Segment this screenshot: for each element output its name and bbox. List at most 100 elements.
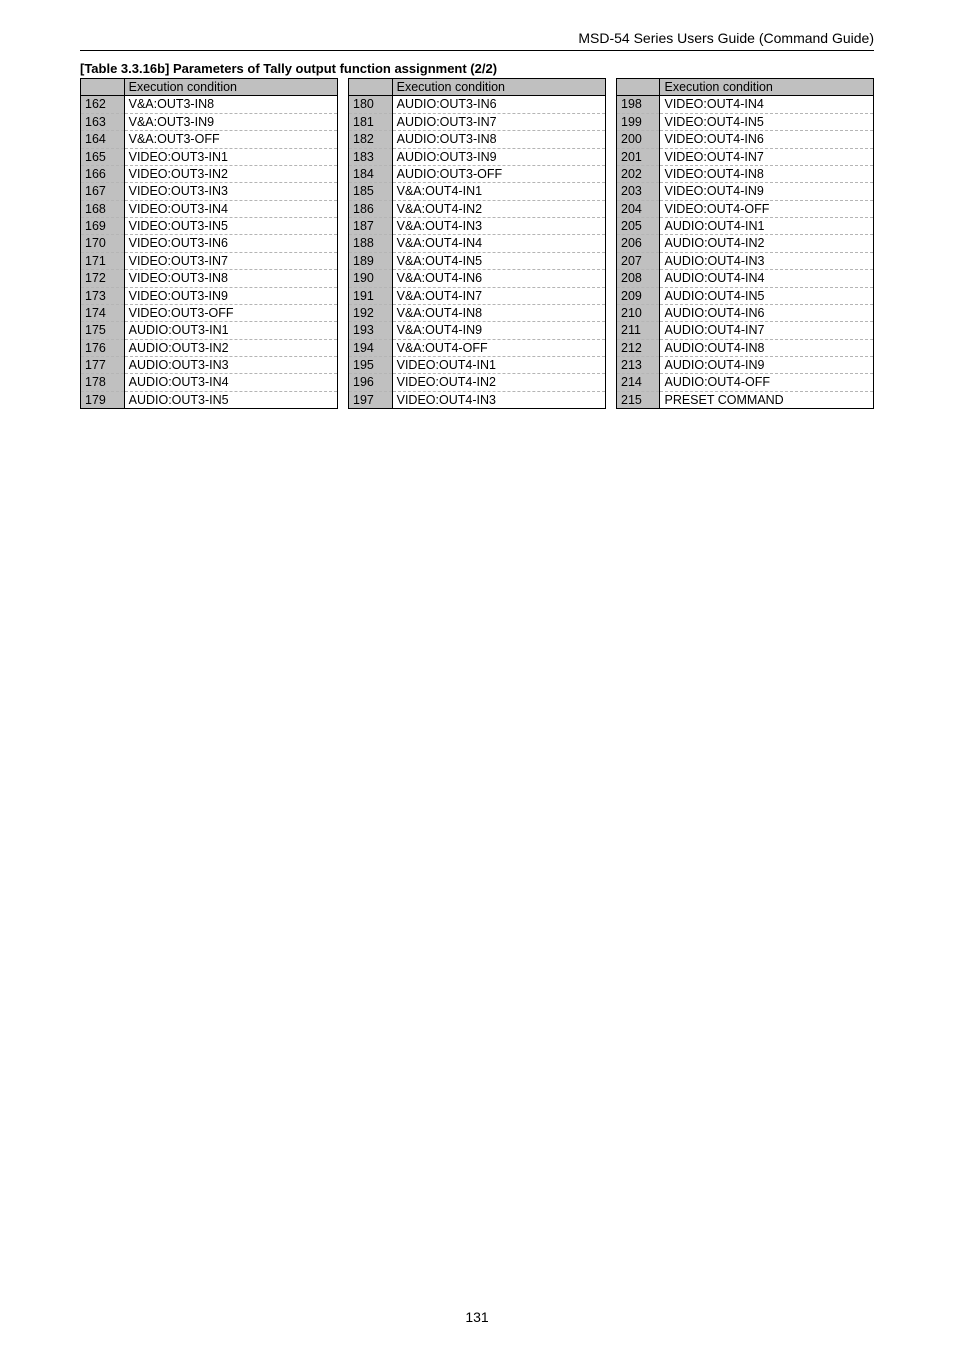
row-value: V&A:OUT4-IN9 <box>392 322 605 339</box>
row-number: 173 <box>81 287 125 304</box>
row-number: 164 <box>81 131 125 148</box>
row-number: 214 <box>617 374 660 391</box>
row-value: AUDIO:OUT3-OFF <box>392 165 605 182</box>
row-value: AUDIO:OUT4-OFF <box>660 374 874 391</box>
row-value: AUDIO:OUT3-IN1 <box>124 322 337 339</box>
table-row: 182AUDIO:OUT3-IN8 <box>349 131 606 148</box>
row-number: 178 <box>81 374 125 391</box>
row-number: 187 <box>349 218 393 235</box>
table-row: 169VIDEO:OUT3-IN5 <box>81 218 338 235</box>
row-number: 163 <box>81 113 125 130</box>
table-row: 205AUDIO:OUT4-IN1 <box>617 218 874 235</box>
row-number: 196 <box>349 374 393 391</box>
table-row: 198VIDEO:OUT4-IN4 <box>617 96 874 113</box>
table-row: 193V&A:OUT4-IN9 <box>349 322 606 339</box>
table-row: 207AUDIO:OUT4-IN3 <box>617 252 874 269</box>
tables-row: Execution condition 162V&A:OUT3-IN8163V&… <box>80 78 874 409</box>
table-row: 170VIDEO:OUT3-IN6 <box>81 235 338 252</box>
row-number: 194 <box>349 339 393 356</box>
row-value: V&A:OUT4-OFF <box>392 339 605 356</box>
table-body-2: 180AUDIO:OUT3-IN6181AUDIO:OUT3-IN7182AUD… <box>349 96 606 409</box>
row-number: 206 <box>617 235 660 252</box>
table-row: 164V&A:OUT3-OFF <box>81 131 338 148</box>
row-number: 179 <box>81 391 125 408</box>
table-row: 214AUDIO:OUT4-OFF <box>617 374 874 391</box>
row-value: VIDEO:OUT3-IN7 <box>124 252 337 269</box>
table-header-row: Execution condition <box>349 79 606 96</box>
table-row: 188V&A:OUT4-IN4 <box>349 235 606 252</box>
row-number: 180 <box>349 96 393 113</box>
row-value: VIDEO:OUT4-IN5 <box>660 113 874 130</box>
row-number: 200 <box>617 131 660 148</box>
row-value: AUDIO:OUT3-IN3 <box>124 357 337 374</box>
table-row: 196VIDEO:OUT4-IN2 <box>349 374 606 391</box>
row-number: 213 <box>617 357 660 374</box>
table-row: 177AUDIO:OUT3-IN3 <box>81 357 338 374</box>
table-row: 179AUDIO:OUT3-IN5 <box>81 391 338 408</box>
row-number: 203 <box>617 183 660 200</box>
row-value: V&A:OUT3-OFF <box>124 131 337 148</box>
row-number: 202 <box>617 165 660 182</box>
row-value: VIDEO:OUT3-IN2 <box>124 165 337 182</box>
row-number: 170 <box>81 235 125 252</box>
row-value: AUDIO:OUT3-IN2 <box>124 339 337 356</box>
table-row: 171VIDEO:OUT3-IN7 <box>81 252 338 269</box>
row-number: 171 <box>81 252 125 269</box>
row-number: 205 <box>617 218 660 235</box>
table-caption: [Table 3.3.16b] Parameters of Tally outp… <box>80 61 874 76</box>
row-number: 215 <box>617 391 660 408</box>
table-row: 184AUDIO:OUT3-OFF <box>349 165 606 182</box>
table-row: 206AUDIO:OUT4-IN2 <box>617 235 874 252</box>
table-row: 167VIDEO:OUT3-IN3 <box>81 183 338 200</box>
row-value: V&A:OUT3-IN8 <box>124 96 337 113</box>
row-value: VIDEO:OUT3-IN3 <box>124 183 337 200</box>
row-number: 190 <box>349 270 393 287</box>
table-row: 194V&A:OUT4-OFF <box>349 339 606 356</box>
parameters-table-3: Execution condition 198VIDEO:OUT4-IN4199… <box>616 78 874 409</box>
table-header-row: Execution condition <box>617 79 874 96</box>
row-number: 188 <box>349 235 393 252</box>
row-number: 166 <box>81 165 125 182</box>
row-value: V&A:OUT4-IN4 <box>392 235 605 252</box>
row-value: AUDIO:OUT4-IN3 <box>660 252 874 269</box>
row-number: 168 <box>81 200 125 217</box>
table-row: 211AUDIO:OUT4-IN7 <box>617 322 874 339</box>
row-number: 176 <box>81 339 125 356</box>
row-number: 210 <box>617 304 660 321</box>
row-value: VIDEO:OUT4-IN1 <box>392 357 605 374</box>
row-value: AUDIO:OUT4-IN8 <box>660 339 874 356</box>
table-row: 185V&A:OUT4-IN1 <box>349 183 606 200</box>
row-value: AUDIO:OUT4-IN9 <box>660 357 874 374</box>
row-value: V&A:OUT4-IN5 <box>392 252 605 269</box>
row-number: 201 <box>617 148 660 165</box>
row-number: 209 <box>617 287 660 304</box>
table-row: 162V&A:OUT3-IN8 <box>81 96 338 113</box>
row-value: VIDEO:OUT3-OFF <box>124 304 337 321</box>
row-value: V&A:OUT3-IN9 <box>124 113 337 130</box>
row-value: AUDIO:OUT4-IN1 <box>660 218 874 235</box>
parameters-table-1: Execution condition 162V&A:OUT3-IN8163V&… <box>80 78 338 409</box>
row-number: 174 <box>81 304 125 321</box>
header-num-blank <box>617 79 660 96</box>
table-row: 195VIDEO:OUT4-IN1 <box>349 357 606 374</box>
row-number: 212 <box>617 339 660 356</box>
table-row: 183AUDIO:OUT3-IN9 <box>349 148 606 165</box>
table-row: 204VIDEO:OUT4-OFF <box>617 200 874 217</box>
table-row: 199VIDEO:OUT4-IN5 <box>617 113 874 130</box>
table-row: 212AUDIO:OUT4-IN8 <box>617 339 874 356</box>
row-value: VIDEO:OUT3-IN9 <box>124 287 337 304</box>
row-number: 204 <box>617 200 660 217</box>
row-number: 211 <box>617 322 660 339</box>
header-num-blank <box>81 79 125 96</box>
row-value: V&A:OUT4-IN2 <box>392 200 605 217</box>
row-value: VIDEO:OUT4-OFF <box>660 200 874 217</box>
row-value: VIDEO:OUT4-IN7 <box>660 148 874 165</box>
table-row: 178AUDIO:OUT3-IN4 <box>81 374 338 391</box>
table-header-row: Execution condition <box>81 79 338 96</box>
row-number: 192 <box>349 304 393 321</box>
table-row: 186V&A:OUT4-IN2 <box>349 200 606 217</box>
table-row: 200VIDEO:OUT4-IN6 <box>617 131 874 148</box>
row-value: V&A:OUT4-IN1 <box>392 183 605 200</box>
header-rule <box>80 50 874 51</box>
table-row: 215PRESET COMMAND <box>617 391 874 408</box>
